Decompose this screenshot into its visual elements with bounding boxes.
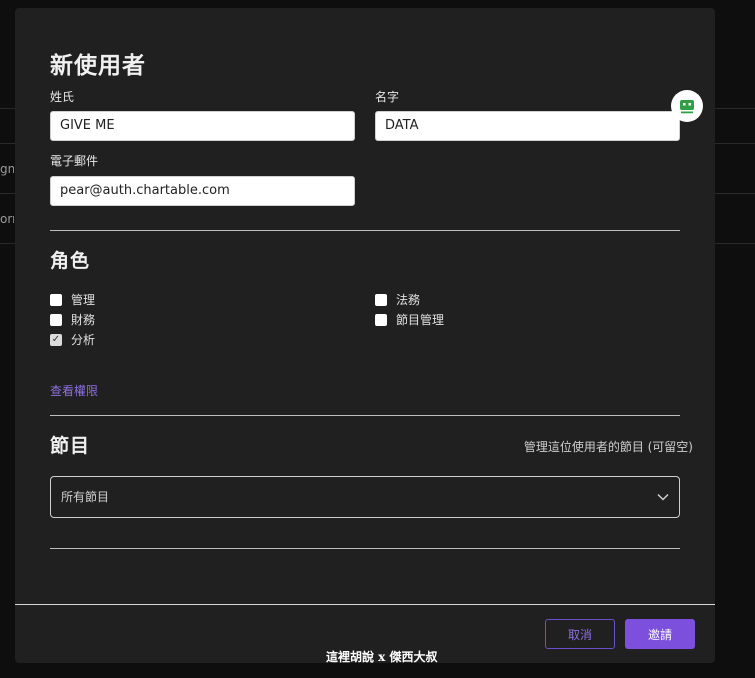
section-divider bbox=[50, 548, 680, 549]
role-checkbox-analytics[interactable]: ✓ 分析 bbox=[50, 331, 95, 348]
checkbox-box[interactable] bbox=[50, 313, 62, 326]
email-label: 電子郵件 bbox=[50, 154, 99, 168]
invite-button[interactable]: 邀請 bbox=[625, 619, 695, 649]
new-user-modal: 新使用者 姓氏 GIVE ME 名字 DATA 電子郵件 pear@auth.c… bbox=[15, 8, 715, 663]
view-permissions-link[interactable]: 查看權限 bbox=[50, 382, 98, 399]
role-checkbox-finance[interactable]: 財務 bbox=[50, 311, 95, 328]
roles-title: 角色 bbox=[50, 250, 91, 272]
role-label: 法務 bbox=[396, 293, 421, 307]
watermark-text: 這裡胡說 x 傑西大叔 bbox=[326, 650, 438, 664]
robot-icon-glyph bbox=[680, 100, 694, 114]
programs-hint: 管理這位使用者的節目 (可留空) bbox=[523, 440, 693, 454]
checkbox-box[interactable] bbox=[50, 293, 62, 306]
background-row-text: orn bbox=[0, 212, 14, 226]
programs-select-value: 所有節目 bbox=[61, 490, 110, 504]
cancel-button[interactable]: 取消 bbox=[545, 619, 615, 649]
checkbox-box[interactable] bbox=[375, 293, 387, 306]
programs-select[interactable]: 所有節目 bbox=[50, 476, 680, 518]
first-name-label: 名字 bbox=[375, 90, 400, 104]
email-input[interactable]: pear@auth.chartable.com bbox=[50, 176, 355, 206]
first-name-input[interactable]: DATA bbox=[375, 111, 680, 141]
checkbox-box[interactable] bbox=[375, 313, 387, 326]
role-checkbox-program-management[interactable]: 節目管理 bbox=[375, 311, 444, 328]
last-name-label: 姓氏 bbox=[50, 90, 75, 104]
role-label: 財務 bbox=[71, 313, 96, 327]
footer-divider bbox=[15, 604, 715, 605]
robot-icon[interactable] bbox=[671, 90, 703, 122]
role-label: 分析 bbox=[71, 333, 96, 347]
role-label: 管理 bbox=[71, 293, 96, 307]
background-row-text: gn bbox=[0, 162, 14, 176]
section-divider bbox=[50, 415, 680, 416]
checkbox-box-checked[interactable]: ✓ bbox=[50, 333, 62, 346]
section-divider bbox=[50, 230, 680, 231]
role-checkbox-legal[interactable]: 法務 bbox=[375, 291, 420, 308]
modal-title: 新使用者 bbox=[50, 53, 146, 79]
role-checkbox-admin[interactable]: 管理 bbox=[50, 291, 95, 308]
last-name-input[interactable]: GIVE ME bbox=[50, 111, 355, 141]
chevron-down-icon[interactable] bbox=[657, 491, 669, 503]
role-label: 節目管理 bbox=[396, 313, 445, 327]
programs-title: 節目 bbox=[50, 435, 91, 457]
